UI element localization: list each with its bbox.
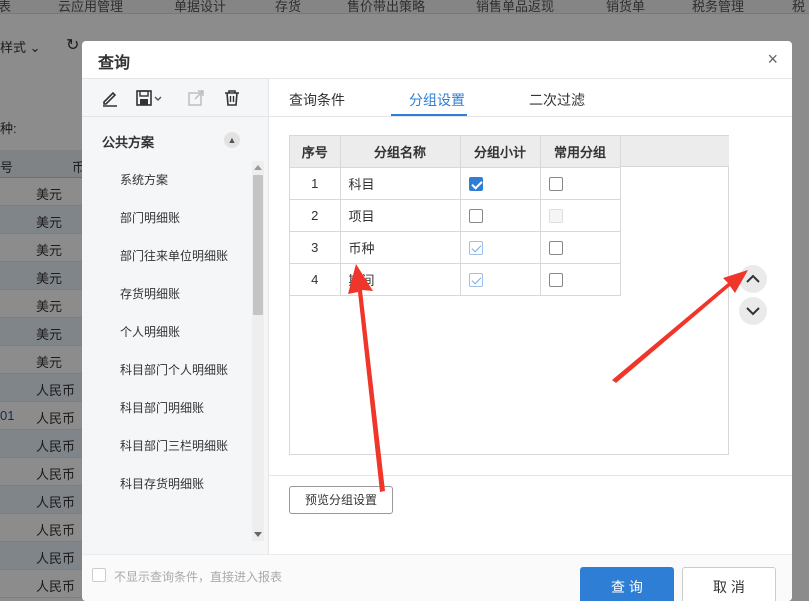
row-no: 4 [290,262,341,296]
row-no: 2 [290,198,341,232]
row-group-name[interactable]: 项目 [339,198,461,232]
group-table: 序号 分组名称 分组小计 常用分组 1 科目 2 项目 3 币种 4 期间 [290,136,621,296]
tab-secondary-filter[interactable]: 二次过滤 [529,90,585,110]
table-row[interactable]: 1 科目 [290,166,621,200]
row-group-name[interactable]: 期间 [339,262,461,296]
save-dropdown-icon[interactable] [134,88,164,108]
plan-item[interactable]: 个人明细账 [82,313,250,351]
plan-section-title: 公共方案 [102,135,155,150]
query-button[interactable]: 查 询 [580,567,674,601]
col-header-no: 序号 [290,136,341,168]
skip-conditions-label: 不显示查询条件，直接进入报表 [114,570,283,584]
common-group-checkbox[interactable] [548,176,563,191]
delete-icon[interactable] [222,88,242,108]
chevron-down-icon [746,307,760,316]
tab-query-conditions[interactable]: 查询条件 [289,90,345,110]
group-table-container: 序号 分组名称 分组小计 常用分组 1 科目 2 项目 3 币种 4 期间 [289,135,729,455]
edit-icon[interactable] [100,88,120,108]
plan-item[interactable]: 部门往来单位明细账 [82,237,250,275]
plan-panel: 公共方案 ▲ 系统方案 部门明细账 部门往来单位明细账 存货明细账 个人明细账 … [82,79,269,575]
plan-scrollbar[interactable] [252,161,264,541]
cancel-button[interactable]: 取 消 [682,567,776,601]
plan-toolbar [82,79,269,117]
scroll-thumb[interactable] [253,175,263,315]
active-tab-indicator [391,114,467,116]
plan-item[interactable]: 存货明细账 [82,275,250,313]
settings-tabs: 查询条件 分组设置 二次过滤 [269,79,792,117]
dialog-title: 查询 [98,55,131,72]
common-group-checkbox [548,208,563,223]
plan-item[interactable]: 科目部门个人明细账 [82,351,250,389]
chevron-up-icon[interactable]: ▲ [224,132,240,148]
preview-group-settings-button[interactable]: 预览分组设置 [289,486,393,514]
tab-group-settings[interactable]: 分组设置 [409,90,465,110]
move-up-button[interactable] [739,265,767,293]
plan-item[interactable]: 科目存货明细账 [82,465,250,503]
table-header-row: 序号 分组名称 分组小计 常用分组 [290,136,621,168]
row-group-name[interactable]: 币种 [339,230,461,264]
col-header-subtotal: 分组小计 [459,136,541,168]
chevron-up-icon [746,274,760,283]
common-group-checkbox[interactable] [548,240,563,255]
subtotal-checkbox[interactable] [468,208,483,223]
subtotal-checkbox [468,272,483,287]
plan-item[interactable]: 系统方案 [82,161,250,199]
export-icon [186,88,206,108]
scroll-down-arrow-icon[interactable] [254,532,262,537]
content-divider [269,475,792,476]
common-group-checkbox[interactable] [548,272,563,287]
plan-item[interactable]: 部门明细账 [82,199,250,237]
table-row[interactable]: 2 项目 [290,198,621,232]
dialog-footer: 不显示查询条件，直接进入报表 查 询 取 消 [82,554,792,601]
close-icon[interactable]: × [767,49,778,69]
plan-list: 系统方案 部门明细账 部门往来单位明细账 存货明细账 个人明细账 科目部门个人明… [82,161,250,503]
plan-item[interactable]: 科目部门三栏明细账 [82,427,250,465]
scroll-up-arrow-icon[interactable] [254,165,262,170]
skip-conditions-checkbox[interactable] [92,568,106,582]
table-header-fill [621,136,729,167]
row-no: 3 [290,230,341,264]
table-row[interactable]: 3 币种 [290,230,621,264]
table-row[interactable]: 4 期间 [290,262,621,296]
row-group-name[interactable]: 科目 [339,166,461,200]
subtotal-checkbox [468,240,483,255]
row-no: 1 [290,166,341,200]
query-dialog: 查询 × 公共方案 ▲ 系统方案 部门明细账 部门往来单位明细账 存货明细账 个… [82,41,792,601]
plan-item[interactable]: 科目部门明细账 [82,389,250,427]
col-header-name: 分组名称 [339,136,461,168]
move-down-button[interactable] [739,297,767,325]
col-header-common: 常用分组 [539,136,621,168]
subtotal-checkbox[interactable] [468,176,483,191]
